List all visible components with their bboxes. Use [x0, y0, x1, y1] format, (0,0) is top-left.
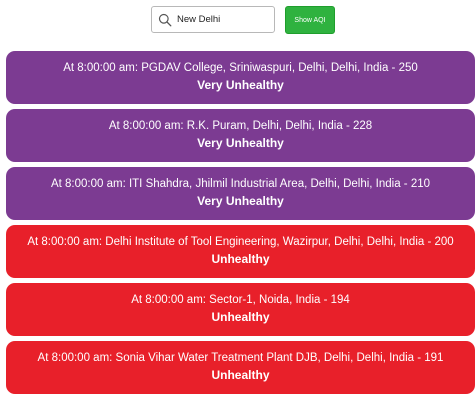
aqi-category: Very Unhealthy: [197, 194, 284, 208]
aqi-category: Very Unhealthy: [197, 136, 284, 150]
search-bar: Show AQI: [0, 0, 475, 48]
station-reading: At 8:00:00 am: Sector-1, Noida, India - …: [131, 294, 350, 306]
aqi-category: Unhealthy: [211, 310, 270, 324]
station-reading: At 8:00:00 am: R.K. Puram, Delhi, Delhi,…: [108, 120, 373, 132]
station-reading: At 8:00:00 am: ITI Shahdra, Jhilmil Indu…: [50, 178, 431, 190]
search-icon: [156, 11, 174, 29]
aqi-card: At 8:00:00 am: ITI Shahdra, Jhilmil Indu…: [6, 167, 475, 220]
station-reading: At 8:00:00 am: Delhi Institute of Tool E…: [27, 236, 454, 248]
station-reading: At 8:00:00 am: PGDAV College, Sriniwaspu…: [63, 62, 418, 74]
aqi-card: At 8:00:00 am: R.K. Puram, Delhi, Delhi,…: [6, 109, 475, 162]
search-field[interactable]: [151, 6, 275, 33]
aqi-category: Unhealthy: [211, 368, 270, 382]
station-reading: At 8:00:00 am: Sonia Vihar Water Treatme…: [37, 352, 444, 364]
aqi-results-list: At 8:00:00 am: PGDAV College, Sriniwaspu…: [0, 51, 475, 399]
aqi-card: At 8:00:00 am: Sector-1, Noida, India - …: [6, 283, 475, 336]
aqi-card: At 8:00:00 am: Delhi Institute of Tool E…: [6, 225, 475, 278]
search-input[interactable]: [174, 14, 273, 25]
aqi-category: Very Unhealthy: [197, 78, 284, 92]
aqi-category: Unhealthy: [211, 252, 270, 266]
show-aqi-button[interactable]: Show AQI: [285, 6, 335, 34]
aqi-card: At 8:00:00 am: Sonia Vihar Water Treatme…: [6, 341, 475, 394]
aqi-card: At 8:00:00 am: PGDAV College, Sriniwaspu…: [6, 51, 475, 104]
